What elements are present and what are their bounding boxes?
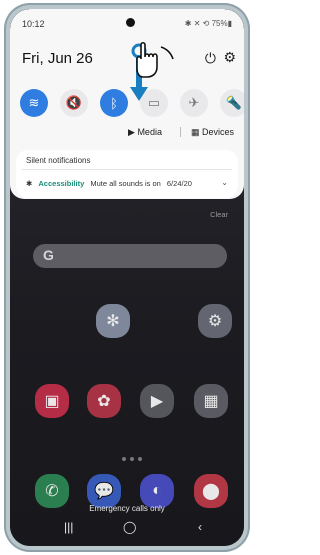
app-icon-phone[interactable]: ✆: [35, 474, 69, 508]
panel-date: Fri, Jun 26: [22, 50, 93, 67]
flashlight-icon: 🔦: [225, 95, 243, 110]
mute-icon: 🔇: [65, 95, 83, 110]
phone-screen: G ✻ ⚙ ▣ ✿ ▶ ▦ ✆ 💬 ◐ ⬤ Emergency calls on…: [10, 9, 244, 546]
quick-panel: 10:12 ✱ ✕ ⟲ 75%▮ Fri, Jun 26 ⏻ ⚙ ≋ 🔇 ᛒ ▭…: [10, 9, 244, 199]
app-icon-connect[interactable]: ✻: [96, 304, 130, 338]
notification-app: Accessibility: [38, 179, 85, 188]
app-icon-messages[interactable]: 💬: [87, 474, 121, 508]
notification-date: 6/24/20: [166, 179, 192, 188]
devices-button[interactable]: ▦ Devices: [191, 127, 234, 138]
app-icon-play-store[interactable]: ▶: [140, 384, 174, 418]
media-button[interactable]: ▶ Media: [128, 127, 162, 138]
navigation-bar: ||| ◯ ‹: [10, 520, 244, 538]
recent-apps-icon[interactable]: |||: [64, 520, 73, 534]
home-icon[interactable]: ◯: [123, 520, 136, 534]
media-separator: [180, 127, 181, 137]
power-icon[interactable]: ⏻: [205, 50, 216, 67]
app-icon-internet[interactable]: ◐: [140, 474, 174, 508]
back-icon[interactable]: ‹: [198, 520, 202, 534]
page-indicator: [114, 457, 154, 463]
bluetooth-icon: ᛒ: [110, 95, 118, 111]
accessibility-icon: ✱: [26, 179, 33, 188]
status-time: 10:12: [22, 19, 45, 29]
gear-icon[interactable]: ⚙: [223, 49, 236, 66]
app-icon-flower[interactable]: ✿: [87, 384, 121, 418]
front-camera-icon: [126, 18, 135, 27]
devices-grid-icon: ▦: [191, 127, 200, 137]
app-icon-store[interactable]: ▣: [35, 384, 69, 418]
notification-message: Mute all sounds is on: [90, 179, 161, 188]
airplane-icon: ✈: [188, 95, 200, 110]
play-icon: ▶: [128, 127, 135, 137]
flashlight-toggle[interactable]: 🔦: [220, 89, 244, 117]
hand-pointer-icon: [136, 41, 174, 78]
google-search-bar[interactable]: G: [33, 244, 227, 268]
notification-settings-link[interactable]: Notification settings: [122, 210, 194, 219]
app-icon-folder[interactable]: ▦: [194, 384, 228, 418]
panel-footer-actions: Notification settings Clear: [10, 210, 244, 222]
notification-row[interactable]: ✱ Accessibility Mute all sounds is on 6/…: [26, 179, 192, 188]
clear-link[interactable]: Clear: [210, 210, 228, 219]
bluetooth-toggle[interactable]: ᛒ: [100, 89, 128, 117]
devices-label: Devices: [202, 127, 235, 137]
silent-notifications-card: Silent notifications ✱ Accessibility Mut…: [16, 150, 238, 198]
app-icon-camera[interactable]: ⬤: [194, 474, 228, 508]
media-label: Media: [137, 127, 162, 137]
phone-frame: G ✻ ⚙ ▣ ✿ ▶ ▦ ✆ 💬 ◐ ⬤ Emergency calls on…: [4, 3, 250, 552]
wifi-icon: ≋: [28, 95, 40, 110]
emergency-calls-text: Emergency calls only: [89, 504, 165, 513]
status-icons: ✱ ✕ ⟲ 75%▮: [184, 19, 232, 28]
wifi-toggle[interactable]: ≋: [20, 89, 48, 117]
app-icon-settings[interactable]: ⚙: [198, 304, 232, 338]
chevron-down-icon[interactable]: ⌄: [221, 178, 228, 187]
card-divider: [22, 169, 232, 170]
google-g-icon: G: [43, 247, 54, 263]
sound-toggle[interactable]: 🔇: [60, 89, 88, 117]
airplane-toggle[interactable]: ✈: [180, 89, 208, 117]
section-title: Silent notifications: [26, 156, 91, 165]
